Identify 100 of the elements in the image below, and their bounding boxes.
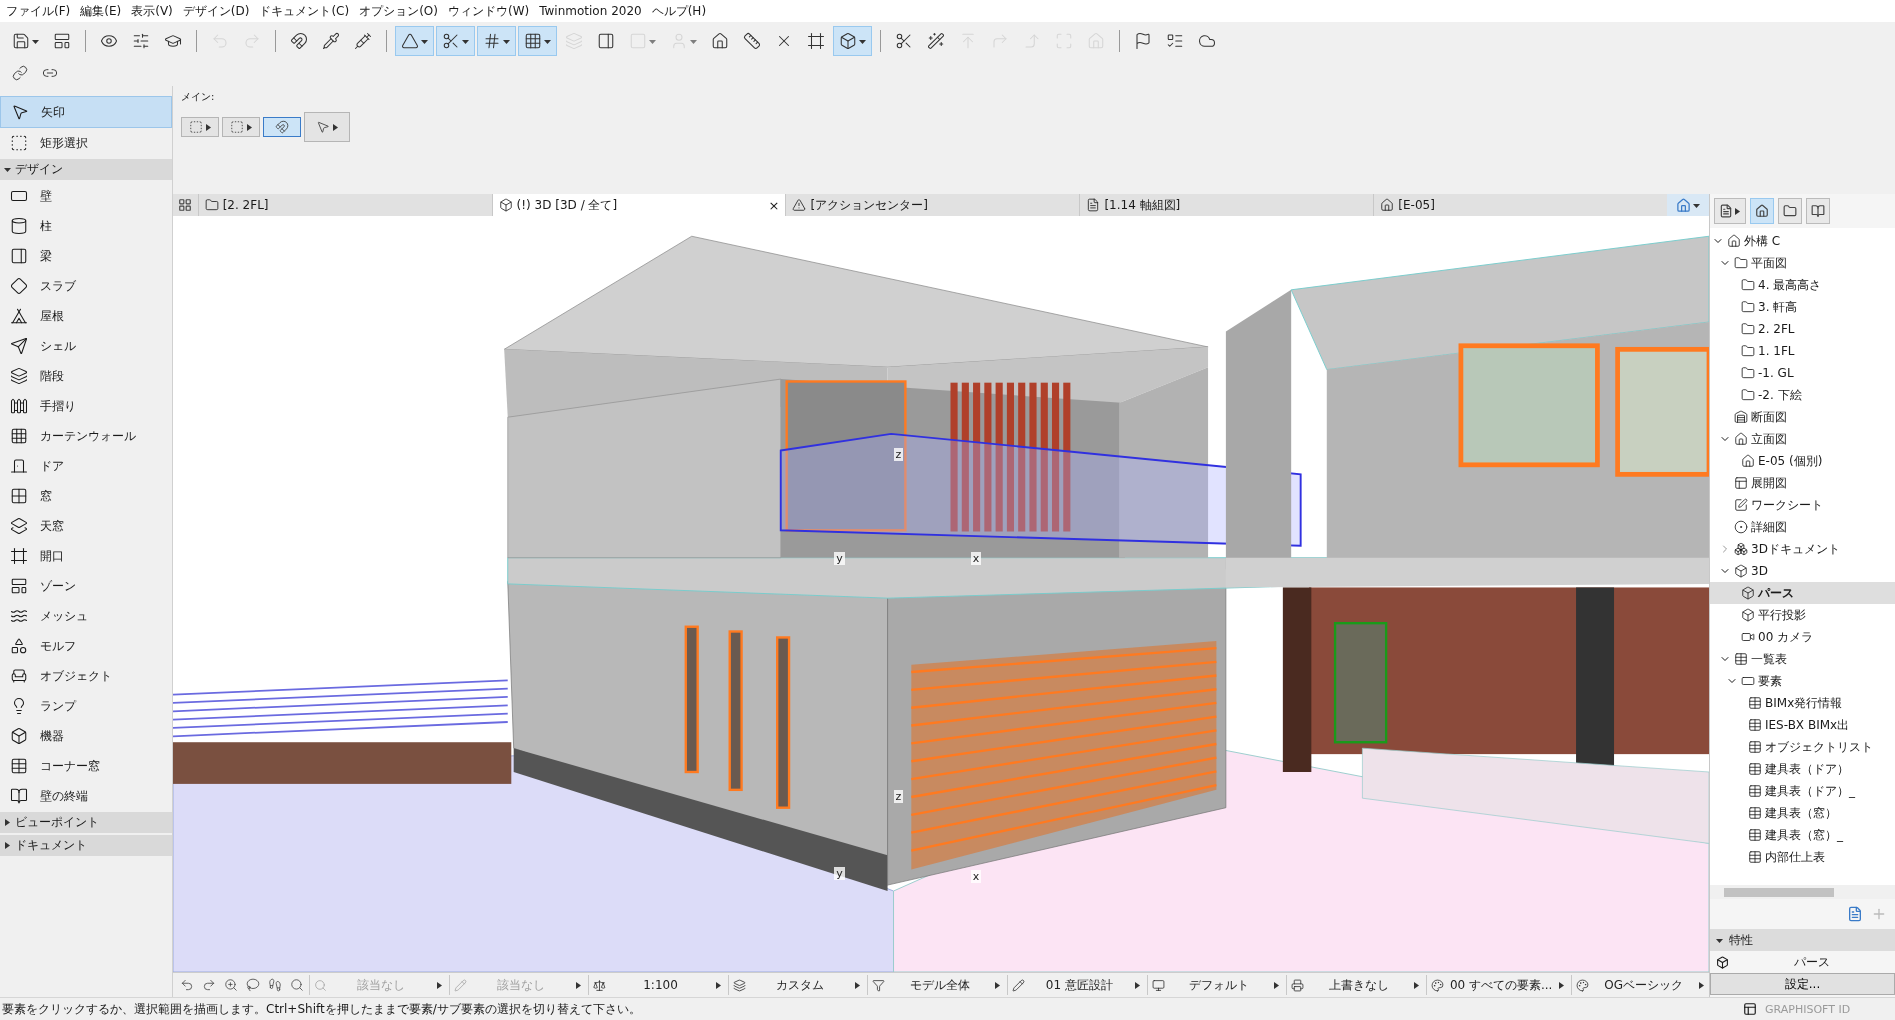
tool-item[interactable]: 矩形選択 [0,128,172,158]
navigator-item[interactable]: 平行投影 [1710,604,1895,626]
panels-icon[interactable] [1743,1002,1757,1016]
toolbox-section-header[interactable]: ビューポイント [0,812,172,833]
tool-item[interactable]: オブジェクト [0,661,172,691]
navigator-item[interactable]: 3Dドキュメント [1710,538,1895,560]
menu-item[interactable]: ファイル(F) [4,2,79,20]
navigator-item[interactable]: 3D [1710,560,1895,582]
navigator-item[interactable]: 建具表（ドア） [1710,758,1895,780]
navigator-menu-button[interactable] [1714,198,1746,224]
menu-item[interactable]: デザイン(D) [180,2,258,20]
tool-item[interactable]: 機器 [0,721,172,751]
tool-item[interactable]: 階段 [0,361,172,391]
navigator-item[interactable]: IES-BX BIMx出 [1710,714,1895,736]
navigator-item[interactable]: 外構 C [1710,230,1895,252]
navigator-item[interactable]: -2. 下絵 [1710,384,1895,406]
navigator-item[interactable]: 立面図 [1710,428,1895,450]
menu-item[interactable]: 表示(V) [129,2,181,20]
tool-item[interactable]: 開口 [0,541,172,571]
view-map-button[interactable] [1778,198,1802,224]
caret-icon [462,37,469,45]
info-box-button[interactable] [263,117,301,137]
navigator-item[interactable]: 建具表（窓） [1710,802,1895,824]
view-setting-button[interactable]: モデル全体 [867,975,1006,995]
tool-item[interactable]: 梁 [0,241,172,271]
tool-item[interactable]: ドア [0,451,172,481]
view-setting-button[interactable]: 上書きなし [1286,975,1424,995]
navigator-item[interactable]: E-05 (個別) [1710,450,1895,472]
navigator-item[interactable]: 00 カメラ [1710,626,1895,648]
navigator-item[interactable]: パース [1710,582,1895,604]
tool-item[interactable]: コーナー窓 [0,751,172,781]
view-setting-button[interactable]: デフォルト [1146,975,1285,995]
tool-item[interactable]: モルフ [0,631,172,661]
view-setting-button[interactable]: カスタム [727,975,866,995]
tool-item[interactable]: 壁の終端 [0,781,172,811]
navigator-item[interactable]: 展開図 [1710,472,1895,494]
view-options-button[interactable] [1667,194,1709,216]
info-box-button[interactable] [181,117,219,137]
house-icon [1380,198,1395,212]
tool-item[interactable]: シェル [0,331,172,361]
navigator-item[interactable]: 1. 1FL [1710,340,1895,362]
view-tab[interactable]: (!) 3D [3D / 全て] × [491,194,786,216]
navigator-item[interactable]: 4. 最高高さ [1710,274,1895,296]
tool-item[interactable]: 屋根 [0,301,172,331]
document-icon[interactable] [1847,906,1863,922]
layout-book-button[interactable] [1806,198,1830,224]
menu-item[interactable]: 編集(E) [78,2,130,20]
navigator-item[interactable]: BIMx発行情報 [1710,692,1895,714]
toolbar-button[interactable] [436,26,475,56]
tool-item[interactable]: 天窓 [0,511,172,541]
navigator-item[interactable]: 一覧表 [1710,648,1895,670]
tool-item[interactable]: 窓 [0,481,172,511]
menu-item[interactable]: ドキュメント(C) [257,2,358,20]
navigator-item[interactable]: 断面図 [1710,406,1895,428]
navigator-item[interactable]: 平面図 [1710,252,1895,274]
axis-label: x [970,869,982,883]
tool-item[interactable]: ランプ [0,691,172,721]
info-box-button[interactable] [222,117,260,137]
navigator-item[interactable]: -1. GL [1710,362,1895,384]
navigator-item[interactable]: 内部仕上表 [1710,846,1895,868]
navigator-item[interactable]: 建具表（窓）_ [1710,824,1895,846]
tab-close[interactable]: × [768,197,780,213]
table-icon [1748,740,1762,754]
navigator-item[interactable]: 要素 [1710,670,1895,692]
project-map-button[interactable] [1750,198,1774,224]
layers-icon [732,978,746,992]
tool-item[interactable]: メッシュ [0,601,172,631]
tool-item[interactable]: 柱 [0,211,172,241]
scrollbar-thumb[interactable] [1724,887,1834,897]
view-setting-button[interactable]: 00 すべての要素... [1425,975,1570,995]
tool-item[interactable]: スラブ [0,271,172,301]
navigator-item[interactable]: ワークシート [1710,494,1895,516]
view-setting-button[interactable]: 1:100 [588,975,726,995]
navigator-item[interactable]: 詳細図 [1710,516,1895,538]
navigator-item[interactable]: 建具表（ドア）_ [1710,780,1895,802]
navigator-item[interactable]: オブジェクトリスト [1710,736,1895,758]
toolbox-section-header[interactable]: ドキュメント [0,835,172,856]
tool-item[interactable]: 手摺り [0,391,172,421]
toolbar-button[interactable] [395,26,434,56]
settings-button[interactable]: 設定... [1710,973,1895,995]
properties-value: パース [1793,953,1831,971]
toolbar-button[interactable] [833,26,872,56]
tool-item[interactable]: 矢印 [0,96,172,128]
tool-item[interactable]: 壁 [0,181,172,211]
toolbar-button[interactable] [518,26,557,56]
menu-item[interactable]: Twinmotion 2020 [537,4,650,18]
tool-item[interactable]: カーテンウォール [0,421,172,451]
view-setting-button[interactable]: 01 意匠設計 [1007,975,1145,995]
properties-header[interactable]: 特性 [1710,929,1895,951]
menu-item[interactable]: オプション(O) [357,2,446,20]
toolbox-section-header[interactable]: デザイン [0,159,172,180]
tool-item[interactable]: ゾーン [0,571,172,601]
grid-icon [178,198,193,212]
info-box-button[interactable] [304,112,350,142]
toolbar-button[interactable] [477,26,516,56]
menu-item[interactable]: ウィンドウ(W) [445,2,538,20]
navigator-item[interactable]: 2. 2FL [1710,318,1895,340]
caret-icon [1716,936,1723,944]
menu-item[interactable]: ヘルプ(H) [649,2,715,20]
navigator-item[interactable]: 3. 軒高 [1710,296,1895,318]
